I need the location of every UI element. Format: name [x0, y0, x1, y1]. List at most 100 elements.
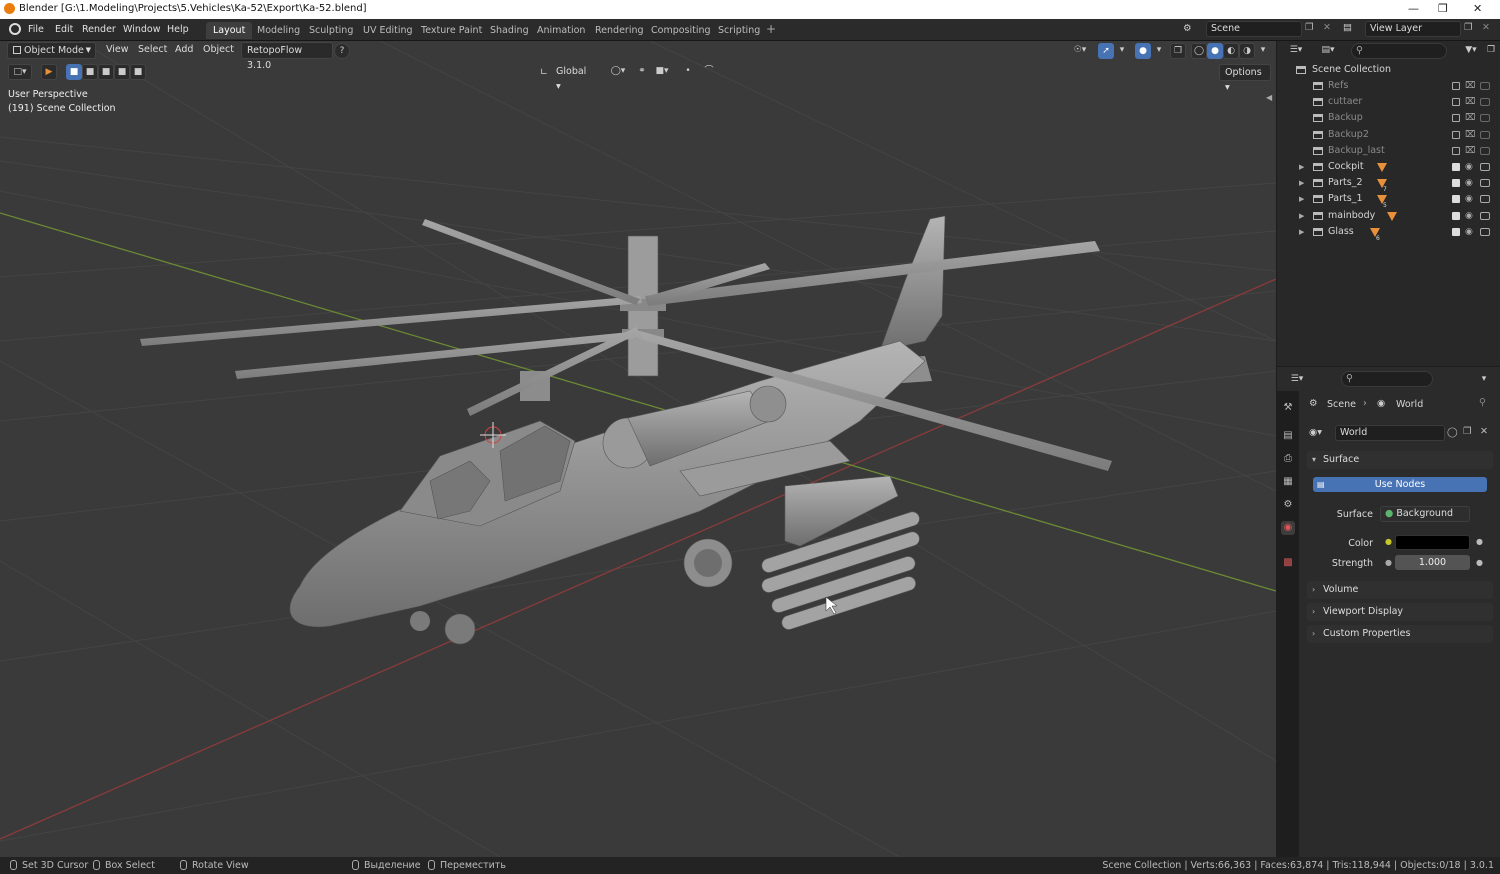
select-new-icon[interactable]: ■ [66, 64, 82, 80]
expand-arrow-icon[interactable]: ▶ [1299, 224, 1304, 240]
color-swatch[interactable] [1395, 535, 1470, 550]
wireframe-shading-icon[interactable]: ◯ [1191, 43, 1207, 59]
snap-icon[interactable]: ⚭ [634, 64, 650, 80]
tab-scripting[interactable]: Scripting [711, 22, 767, 39]
mode-selector[interactable]: Object Mode ▼ [7, 42, 96, 59]
outliner-item[interactable]: ▶ Parts_1 5 ◉ [1277, 191, 1500, 209]
properties-editor-type-icon[interactable]: ☰▾ [1285, 372, 1309, 388]
blender-menu-icon[interactable] [9, 23, 21, 35]
overlays-dropdown-icon[interactable]: ▾ [1151, 43, 1167, 59]
select-intersect-icon[interactable]: ■ [130, 64, 146, 80]
menu-object[interactable]: Object [203, 44, 234, 55]
exclude-checkbox[interactable] [1452, 130, 1460, 139]
menu-add[interactable]: Add [175, 44, 193, 55]
world-tab-icon[interactable]: ◉ [1281, 521, 1295, 535]
exclude-checkbox[interactable] [1452, 146, 1460, 155]
outliner-item[interactable]: ▶ Parts_2 7 ◉ [1277, 175, 1500, 193]
unlink-world-icon[interactable]: ✕ [1480, 426, 1488, 437]
menu-view[interactable]: View [106, 44, 129, 55]
outliner-search-input[interactable]: ⚲ [1351, 43, 1447, 59]
solid-shading-icon[interactable]: ● [1207, 43, 1223, 59]
render-camera-icon[interactable] [1480, 146, 1490, 155]
delete-view-layer-icon[interactable]: ✕ [1482, 22, 1490, 33]
surface-shader-selector[interactable]: ● Background [1380, 506, 1470, 522]
render-tab-icon[interactable]: ▤ [1281, 429, 1295, 443]
properties-search-input[interactable]: ⚲ [1341, 371, 1433, 387]
expand-arrow-icon[interactable]: ▶ [1299, 191, 1304, 207]
eye-icon[interactable]: ◉ [1465, 175, 1473, 191]
proportional-edit-icon[interactable]: • [680, 64, 696, 80]
filter-icon[interactable]: ▼▾ [1460, 43, 1482, 59]
menu-file[interactable]: File [28, 24, 44, 35]
expand-arrow-icon[interactable]: ▶ [1299, 159, 1304, 175]
scene-icon[interactable]: ⚙ [1183, 23, 1192, 34]
scene-selector[interactable]: Scene [1206, 21, 1302, 37]
menu-select[interactable]: Select [138, 44, 167, 55]
use-nodes-button[interactable]: ▤ Use Nodes [1313, 477, 1487, 492]
exclude-checkbox[interactable] [1452, 98, 1460, 107]
outliner-item[interactable]: Backup_last ⌧ [1277, 143, 1500, 159]
viewport-display-panel-header[interactable]: › Viewport Display [1307, 603, 1493, 621]
tab-rendering[interactable]: Rendering [588, 22, 651, 39]
display-mode-icon[interactable]: ▤▾ [1317, 43, 1339, 59]
view-layer-selector[interactable]: View Layer [1365, 21, 1461, 37]
select-extend-icon[interactable]: ■ [82, 64, 98, 80]
cursor-tool-icon[interactable]: ▶ [41, 64, 57, 80]
minimize-icon[interactable]: — [1408, 2, 1419, 15]
visibility-icon[interactable]: ☉▾ [1068, 43, 1092, 59]
material-shading-icon[interactable]: ◐ [1223, 43, 1239, 59]
close-icon[interactable]: ✕ [1473, 2, 1482, 15]
eye-closed-icon[interactable]: ⌧ [1465, 94, 1475, 110]
view-layer-tab-icon[interactable]: ▦ [1281, 475, 1295, 489]
outliner-item[interactable]: Refs ⌧ [1277, 78, 1500, 94]
tab-sculpting[interactable]: Sculpting [302, 22, 360, 39]
xray-icon[interactable]: ❐ [1170, 43, 1186, 59]
shading-dropdown-icon[interactable]: ▾ [1255, 43, 1271, 59]
tab-texture-paint[interactable]: Texture Paint [414, 22, 489, 39]
view-layer-icon[interactable]: ▤ [1343, 22, 1352, 33]
eye-icon[interactable]: ◉ [1465, 224, 1473, 240]
exclude-checkbox[interactable] [1452, 227, 1460, 236]
menu-edit[interactable]: Edit [55, 24, 73, 35]
render-camera-icon[interactable] [1480, 227, 1490, 236]
snap-target-icon[interactable]: ■▾ [650, 64, 674, 80]
outliner-scene-collection[interactable]: Scene Collection [1277, 62, 1500, 78]
new-scene-icon[interactable]: ❐ [1305, 22, 1314, 33]
render-camera-icon[interactable] [1480, 114, 1490, 123]
3d-viewport[interactable]: Object Mode ▼ View Select Add Object Reto… [0, 41, 1276, 857]
outliner-item[interactable]: Backup2 ⌧ [1277, 127, 1500, 143]
tool-tab-icon[interactable]: ⚒ [1281, 401, 1295, 415]
select-tool-icon[interactable]: □▾ [8, 64, 32, 80]
surface-panel-header[interactable]: ▾ Surface [1307, 451, 1493, 469]
eye-icon[interactable]: ◉ [1465, 159, 1473, 175]
outliner-item[interactable]: ▶ Glass 6 ◉ [1277, 224, 1500, 242]
world-datablock-icon[interactable]: ◉▾ [1309, 427, 1322, 438]
gizmo-icon[interactable]: ➚ [1098, 43, 1114, 59]
exclude-checkbox[interactable] [1452, 163, 1460, 171]
render-camera-icon[interactable] [1480, 98, 1490, 107]
exclude-checkbox[interactable] [1452, 211, 1460, 220]
scene-tab-icon[interactable]: ⚙ [1281, 498, 1295, 512]
exclude-checkbox[interactable] [1452, 195, 1460, 204]
outliner-item[interactable]: ▶ mainbody ◉ [1277, 208, 1500, 224]
strength-socket-icon[interactable]: ● [1385, 558, 1392, 567]
gizmo-dropdown-icon[interactable]: ▾ [1114, 43, 1130, 59]
render-camera-icon[interactable] [1480, 211, 1490, 220]
tab-compositing[interactable]: Compositing [644, 22, 718, 39]
eye-closed-icon[interactable]: ⌧ [1465, 143, 1475, 159]
orientation-selector[interactable]: Global ▾ [551, 64, 599, 92]
expand-arrow-icon[interactable]: ▶ [1299, 175, 1304, 191]
new-collection-icon[interactable]: ❐ [1483, 43, 1499, 59]
outliner-item[interactable]: ▶ Cockpit ◉ [1277, 159, 1500, 175]
eye-closed-icon[interactable]: ⌧ [1465, 127, 1475, 143]
volume-panel-header[interactable]: › Volume [1307, 581, 1493, 599]
texture-tab-icon[interactable]: ▩ [1281, 556, 1295, 570]
menu-render[interactable]: Render [82, 24, 116, 35]
eye-closed-icon[interactable]: ⌧ [1465, 78, 1475, 94]
render-camera-icon[interactable] [1480, 82, 1490, 90]
tab-animation[interactable]: Animation [530, 22, 592, 39]
options-button[interactable]: Options ▾ [1219, 64, 1271, 93]
delete-scene-icon[interactable]: ✕ [1323, 22, 1331, 33]
render-camera-icon[interactable] [1480, 195, 1490, 204]
help-icon[interactable]: ? [334, 43, 350, 59]
